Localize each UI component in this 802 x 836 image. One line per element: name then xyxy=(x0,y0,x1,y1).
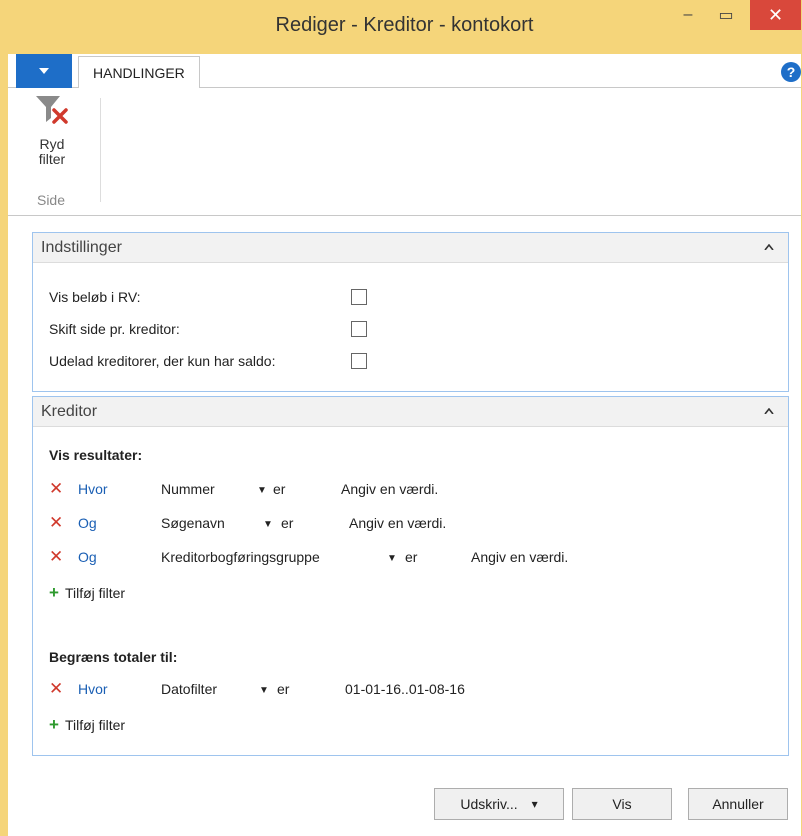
plus-icon: + xyxy=(49,583,59,602)
title-bar: Rediger - Kreditor - kontokort – ▭ ✕ xyxy=(8,0,801,54)
checkbox-show-amounts[interactable] xyxy=(351,289,367,305)
filter-field[interactable]: Søgenavn xyxy=(161,515,225,531)
ribbon: Ryd filter Side xyxy=(8,88,801,216)
app-menu-button[interactable] xyxy=(16,54,72,88)
vendor-panel-header[interactable]: Kreditor xyxy=(33,397,788,427)
filter-value-input[interactable]: Angiv en værdi. xyxy=(349,515,446,531)
filter-operator: er xyxy=(281,515,294,531)
filter-value-input[interactable]: Angiv en værdi. xyxy=(341,481,438,497)
filter-conjunction[interactable]: Hvor xyxy=(78,681,108,697)
filter-field[interactable]: Kreditorbogføringsgruppe xyxy=(161,549,320,565)
add-filter-link[interactable]: + Tilføj filter xyxy=(49,715,125,735)
ribbon-tabs: HANDLINGER ? xyxy=(8,54,801,89)
print-dropdown-icon[interactable]: ▾ xyxy=(532,797,538,811)
clear-filter-icon xyxy=(36,96,68,124)
option-label-show-amounts: Vis beløb i RV: xyxy=(49,289,141,305)
filter-row: ✕ Hvor Datofilter ▼ er 01-01-16..01-08-1… xyxy=(49,679,749,701)
dialog-window: Rediger - Kreditor - kontokort – ▭ ✕ HAN… xyxy=(0,0,802,836)
clear-filter-button[interactable]: Ryd filter xyxy=(22,94,82,167)
field-dropdown-icon[interactable]: ▼ xyxy=(257,485,267,496)
remove-filter-icon[interactable]: ✕ xyxy=(49,547,63,567)
add-filter-label: Tilføj filter xyxy=(64,717,126,733)
field-dropdown-icon[interactable]: ▼ xyxy=(259,685,269,696)
print-label: Udskriv... xyxy=(460,796,518,812)
field-dropdown-icon[interactable]: ▼ xyxy=(387,553,397,564)
filter-conjunction[interactable]: Og xyxy=(78,549,97,565)
filter-value-input[interactable]: 01-01-16..01-08-16 xyxy=(345,681,465,697)
clear-filter-label-1: Ryd xyxy=(39,136,65,152)
view-button[interactable]: Vis xyxy=(572,788,672,820)
limit-totals-heading: Begræns totaler til: xyxy=(49,649,178,665)
maximize-button[interactable]: ▭ xyxy=(708,0,744,30)
option-label-new-page: Skift side pr. kreditor: xyxy=(49,321,180,337)
remove-filter-icon[interactable]: ✕ xyxy=(49,679,63,699)
options-panel-header[interactable]: Indstillinger xyxy=(33,233,788,263)
show-results-heading: Vis resultater: xyxy=(49,447,143,463)
filter-row: ✕ Og Kreditorbogføringsgruppe ▼ er Angiv… xyxy=(49,547,749,569)
minimize-button[interactable]: – xyxy=(670,0,706,30)
vendor-panel-title: Kreditor xyxy=(41,403,98,420)
collapse-icon[interactable] xyxy=(764,403,774,417)
filter-value-input[interactable]: Angiv en værdi. xyxy=(471,549,568,565)
filter-operator: er xyxy=(273,481,286,497)
ribbon-group-label: Side xyxy=(36,192,66,208)
options-panel: Indstillinger Vis beløb i RV: Skift side… xyxy=(32,232,789,392)
vendor-panel: Kreditor Vis resultater: ✕ Hvor Nummer ▼… xyxy=(32,396,789,756)
filter-operator: er xyxy=(405,549,418,565)
filter-conjunction[interactable]: Hvor xyxy=(78,481,108,497)
caret-down-icon xyxy=(39,68,49,74)
filter-field[interactable]: Datofilter xyxy=(161,681,217,697)
options-panel-title: Indstillinger xyxy=(41,239,122,256)
filter-conjunction[interactable]: Og xyxy=(78,515,97,531)
clear-filter-label-2: filter xyxy=(38,151,66,167)
remove-filter-icon[interactable]: ✕ xyxy=(49,513,63,533)
checkbox-new-page[interactable] xyxy=(351,321,367,337)
remove-filter-icon[interactable]: ✕ xyxy=(49,479,63,499)
checkbox-exclude-balance[interactable] xyxy=(351,353,367,369)
plus-icon: + xyxy=(49,715,59,734)
print-button[interactable]: Udskriv... ▾ xyxy=(434,788,564,820)
ribbon-separator xyxy=(100,98,101,202)
filter-row: ✕ Og Søgenavn ▼ er Angiv en værdi. xyxy=(49,513,749,535)
collapse-icon[interactable] xyxy=(764,239,774,253)
filter-row: ✕ Hvor Nummer ▼ er Angiv en værdi. xyxy=(49,479,749,501)
filter-operator: er xyxy=(277,681,290,697)
close-button[interactable]: ✕ xyxy=(750,0,801,30)
option-label-exclude-balance: Udelad kreditorer, der kun har saldo: xyxy=(49,353,276,369)
filter-field[interactable]: Nummer xyxy=(161,481,215,497)
add-filter-link[interactable]: + Tilføj filter xyxy=(49,583,125,603)
tab-actions[interactable]: HANDLINGER xyxy=(78,56,200,89)
help-icon[interactable]: ? xyxy=(781,62,801,82)
field-dropdown-icon[interactable]: ▼ xyxy=(263,519,273,530)
cancel-button[interactable]: Annuller xyxy=(688,788,788,820)
add-filter-label: Tilføj filter xyxy=(64,585,126,601)
